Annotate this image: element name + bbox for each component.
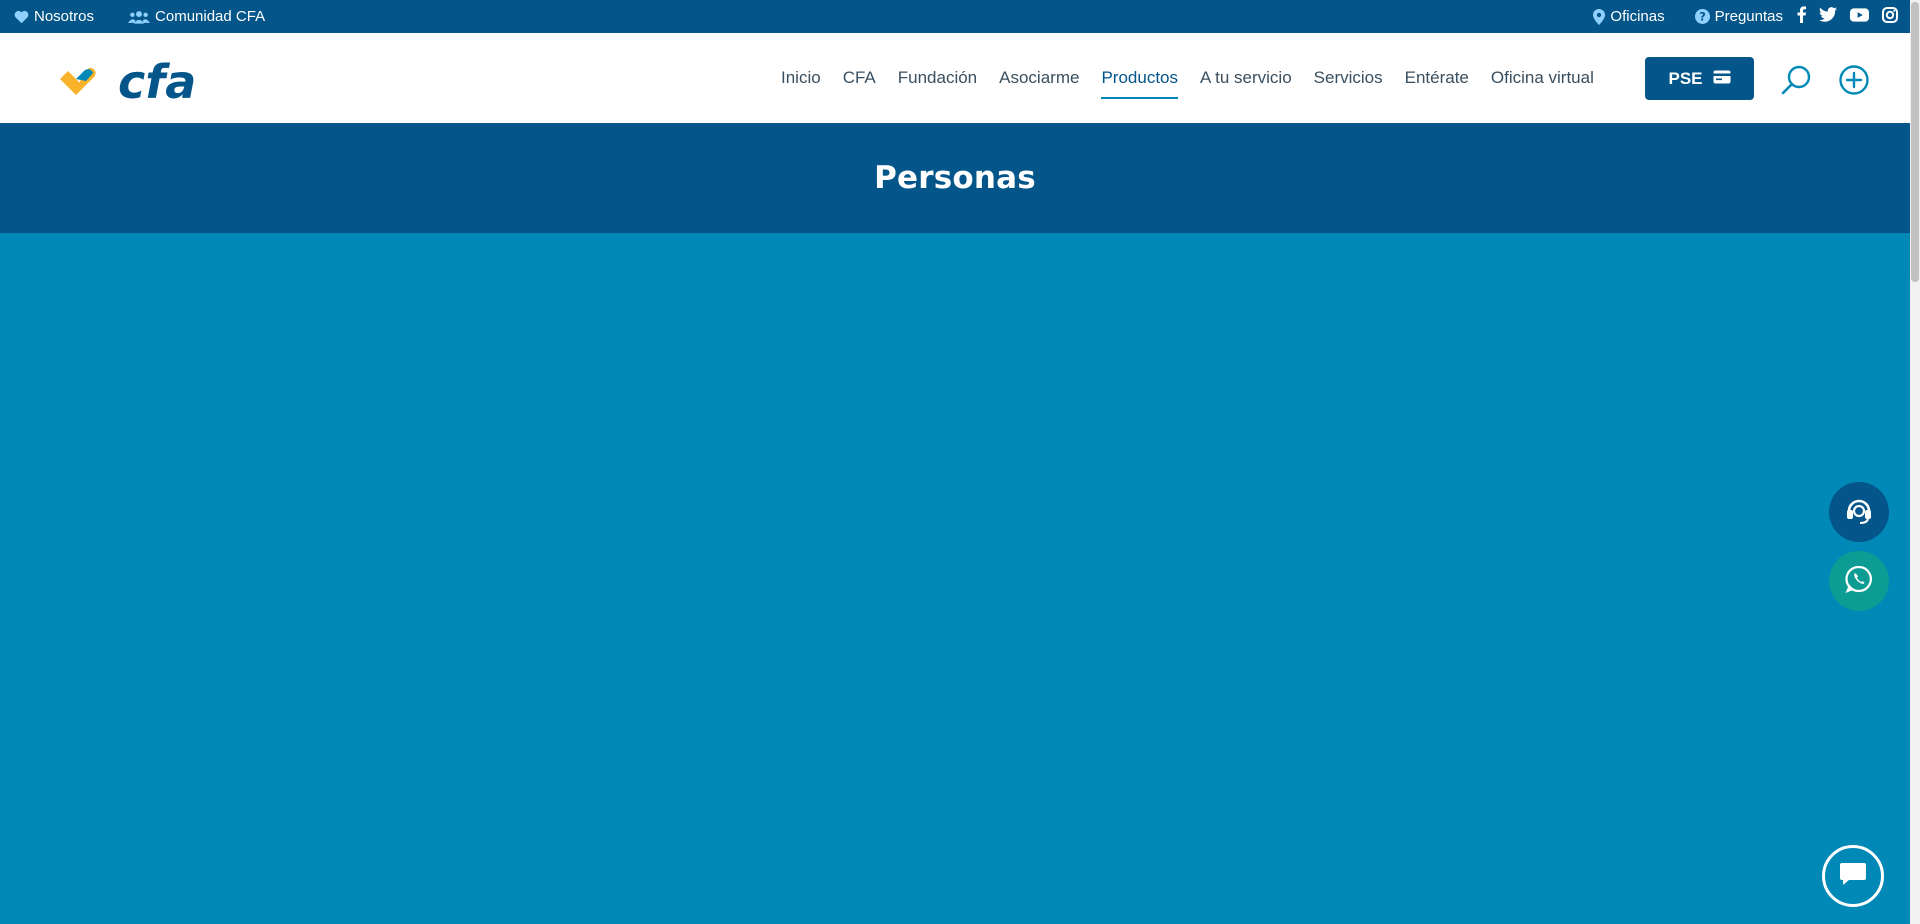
chat-bubble-icon: [1839, 861, 1867, 892]
social-links: [1797, 6, 1898, 27]
pse-label: PSE: [1668, 68, 1703, 88]
svg-text:cfa: cfa: [118, 55, 196, 107]
nav-item-oficina-virtual[interactable]: Oficina virtual: [1491, 63, 1594, 93]
page-title: Personas: [874, 160, 1036, 196]
nosotros-label: Nosotros: [34, 8, 95, 25]
credit-card-icon: [1713, 69, 1731, 89]
heart-icon: [14, 10, 29, 24]
nav-item-asociarme[interactable]: Asociarme: [999, 63, 1079, 93]
headset-icon: [1843, 494, 1875, 531]
whatsapp-icon: [1845, 565, 1873, 598]
support-button[interactable]: [1829, 482, 1889, 542]
oficinas-link[interactable]: Oficinas: [1593, 8, 1665, 25]
more-menu-button[interactable]: [1838, 64, 1870, 96]
cfa-logo[interactable]: cfa: [56, 55, 216, 109]
instagram-icon[interactable]: [1882, 6, 1898, 27]
page-banner: Personas: [0, 123, 1910, 233]
nav-item-servicios[interactable]: Servicios: [1314, 63, 1383, 93]
chat-button[interactable]: [1822, 845, 1884, 907]
comunidad-cfa-label: Comunidad CFA: [155, 8, 266, 25]
scrollbar-thumb[interactable]: [1911, 2, 1919, 282]
logo-heart-icon: [60, 67, 96, 95]
question-circle-icon: ?: [1694, 9, 1710, 24]
nav-item-fundacion[interactable]: Fundación: [898, 63, 977, 93]
nav-item-cfa[interactable]: CFA: [843, 63, 876, 93]
users-icon: [128, 10, 151, 24]
twitter-icon[interactable]: [1819, 7, 1837, 26]
nosotros-link[interactable]: Nosotros: [14, 8, 94, 25]
top-bar-left: Nosotros Comunidad CFA: [14, 0, 265, 33]
svg-text:?: ?: [1699, 11, 1706, 24]
main-nav: Inicio CFA Fundación Asociarme Productos…: [781, 33, 1594, 123]
whatsapp-button[interactable]: [1829, 551, 1889, 611]
comunidad-cfa-link[interactable]: Comunidad CFA: [128, 8, 265, 25]
search-button[interactable]: [1780, 64, 1812, 96]
search-icon: [1780, 65, 1812, 100]
nav-item-inicio[interactable]: Inicio: [781, 63, 821, 93]
main-content: [0, 233, 1910, 924]
preguntas-label: Preguntas: [1714, 8, 1783, 25]
youtube-icon[interactable]: [1850, 7, 1869, 26]
vertical-scrollbar[interactable]: [1910, 0, 1920, 924]
oficinas-label: Oficinas: [1610, 8, 1665, 25]
facebook-icon[interactable]: [1797, 6, 1806, 27]
main-header: cfa Inicio CFA Fundación Asociarme Produ…: [0, 33, 1910, 123]
top-bar: Nosotros Comunidad CFA Oficinas ? Pregun…: [0, 0, 1910, 33]
preguntas-link[interactable]: ? Preguntas: [1694, 8, 1783, 25]
nav-item-enterate[interactable]: Entérate: [1405, 63, 1469, 93]
plus-circle-icon: [1838, 65, 1870, 100]
nav-item-a-tu-servicio[interactable]: A tu servicio: [1200, 63, 1292, 93]
map-pin-icon: [1593, 8, 1606, 25]
top-bar-right: Oficinas ? Preguntas: [1593, 0, 1898, 33]
nav-item-productos[interactable]: Productos: [1101, 63, 1178, 99]
pse-button[interactable]: PSE: [1645, 57, 1754, 100]
